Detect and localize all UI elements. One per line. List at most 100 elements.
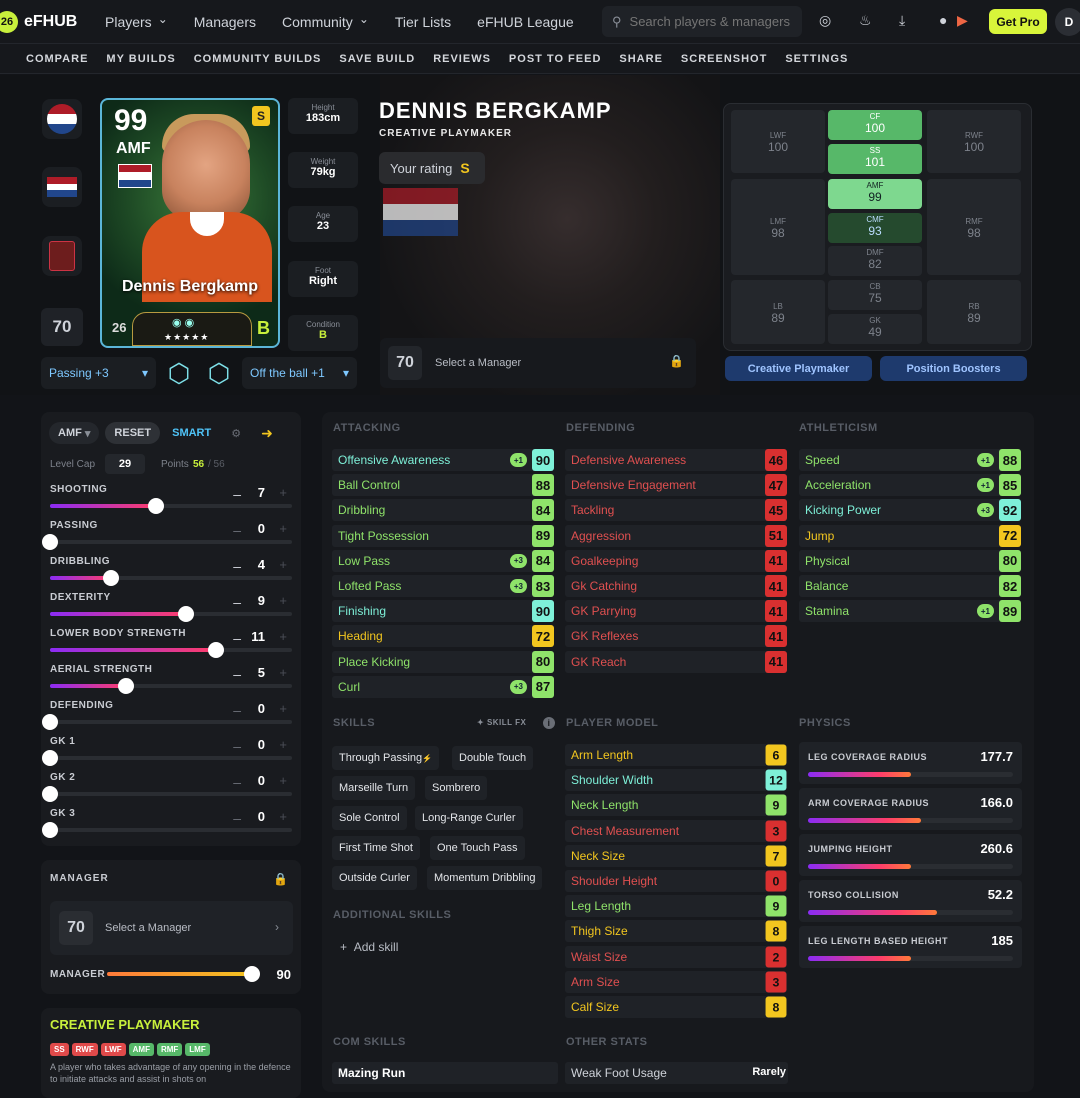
plus-icon[interactable]: +	[279, 593, 287, 608]
skill-slider-gk-2[interactable]: GK 2 – 0 +	[41, 772, 301, 808]
nav-item-tier-lists[interactable]: Tier Lists	[382, 0, 464, 44]
download-icon[interactable]: ⤓	[899, 12, 905, 29]
subnav-compare[interactable]: COMPARE	[26, 53, 88, 65]
plus-icon[interactable]: +	[279, 701, 287, 716]
nav-item-community[interactable]: Community ⌄	[269, 0, 382, 44]
gear-icon[interactable]: ⚙	[231, 427, 241, 440]
avatar[interactable]: D	[1055, 8, 1080, 36]
search-input[interactable]	[629, 14, 790, 29]
nav-item-efhub-league[interactable]: eFHUB League	[464, 0, 587, 44]
position-select[interactable]: AMF ▾	[49, 422, 100, 444]
play-store-icon[interactable]: ▶	[957, 12, 968, 29]
creative-playmaker-button[interactable]: Creative Playmaker	[725, 356, 872, 381]
skill-chip[interactable]: Sombrero	[425, 776, 488, 800]
position-lb[interactable]: LB 89	[731, 280, 825, 344]
minus-icon[interactable]: –	[233, 594, 241, 610]
club-badge[interactable]	[42, 236, 82, 276]
slider-track[interactable]	[50, 642, 292, 658]
slider-knob[interactable]	[42, 714, 58, 730]
slider-knob[interactable]	[42, 786, 58, 802]
slider-knob[interactable]	[118, 678, 134, 694]
position-cb[interactable]: CB 75	[828, 280, 922, 310]
minus-icon[interactable]: –	[233, 738, 241, 754]
arrow-right-icon[interactable]: ➜	[261, 425, 273, 442]
nationality-round-flag[interactable]	[42, 99, 82, 139]
logo[interactable]: 26 eFHUB	[0, 10, 92, 33]
get-pro-button[interactable]: Get Pro	[989, 9, 1047, 34]
plus-icon[interactable]: +	[279, 809, 287, 824]
plus-icon[interactable]: +	[279, 485, 287, 500]
nav-item-players[interactable]: Players ⌄	[92, 0, 181, 44]
slider-knob[interactable]	[148, 498, 164, 514]
slider-knob[interactable]	[103, 570, 119, 586]
plus-icon[interactable]: +	[279, 737, 287, 752]
position-lmf[interactable]: LMF 98	[731, 179, 825, 275]
slider-track[interactable]	[50, 678, 292, 694]
plus-icon[interactable]: +	[279, 773, 287, 788]
position-cf[interactable]: CF 100	[828, 110, 922, 140]
position-rb[interactable]: RB 89	[927, 280, 1021, 344]
plus-icon[interactable]: +	[279, 665, 287, 680]
booster-select-right[interactable]: Off the ball +1 ▾	[242, 357, 357, 389]
nationality-flag[interactable]	[42, 167, 82, 207]
slider-knob[interactable]	[178, 606, 194, 622]
skill-slider-shooting[interactable]: SHOOTING – 7 +	[41, 484, 301, 520]
skill-chip[interactable]: Long-Range Curler	[415, 806, 523, 830]
skill-slider-lower-body-strength[interactable]: LOWER BODY STRENGTH –11 +	[41, 628, 301, 664]
skill-chip[interactable]: Double Touch	[452, 746, 534, 770]
position-boosters-button[interactable]: Position Boosters	[880, 356, 1027, 381]
skill-slider-defending[interactable]: DEFENDING – 0 +	[41, 700, 301, 736]
info-icon[interactable]: i	[543, 717, 555, 729]
position-rwf[interactable]: RWF 100	[927, 110, 1021, 173]
slider-track[interactable]	[50, 570, 292, 586]
minus-icon[interactable]: –	[233, 702, 241, 718]
subnav-reviews[interactable]: REVIEWS	[433, 53, 491, 65]
manager-select-box[interactable]: 70 Select a Manager ›	[50, 901, 293, 955]
subnav-post-to-feed[interactable]: POST TO FEED	[509, 53, 601, 65]
minus-icon[interactable]: –	[233, 774, 241, 790]
booster-select-left[interactable]: Passing +3 ▾	[41, 357, 156, 389]
plus-icon[interactable]: +	[279, 521, 287, 536]
slider-knob[interactable]	[208, 642, 224, 658]
position-amf[interactable]: AMF 99	[828, 179, 922, 209]
minus-icon[interactable]: –	[233, 666, 241, 682]
skill-slider-gk-3[interactable]: GK 3 – 0 +	[41, 808, 301, 844]
skill-chip[interactable]: Momentum Dribbling	[427, 866, 543, 890]
search-box[interactable]: ⚲	[602, 6, 802, 37]
subnav-my-builds[interactable]: MY BUILDS	[106, 53, 175, 65]
slider-track[interactable]	[50, 606, 292, 622]
skill-chip[interactable]: Through Passing ⚡	[332, 746, 440, 770]
bell-icon[interactable]: ♨	[859, 12, 872, 29]
skill-slider-aerial-strength[interactable]: AERIAL STRENGTH – 5 +	[41, 664, 301, 700]
minus-icon[interactable]: –	[233, 486, 241, 502]
booster-hex-icon[interactable]: ⬡	[203, 357, 235, 389]
position-lwf[interactable]: LWF 100	[731, 110, 825, 173]
slider-track[interactable]	[42, 750, 292, 766]
skill-chip[interactable]: One Touch Pass	[430, 836, 525, 860]
skill-fx-toggle[interactable]: ✦ SKILL FX	[477, 718, 526, 727]
skill-chip[interactable]: First Time Shot	[332, 836, 420, 860]
slider-track[interactable]	[50, 498, 292, 514]
position-cmf[interactable]: CMF 93	[828, 213, 922, 243]
your-rating-button[interactable]: Your rating S	[379, 152, 485, 184]
subnav-screenshot[interactable]: SCREENSHOT	[681, 53, 767, 65]
skill-slider-dexterity[interactable]: DEXTERITY – 9 +	[41, 592, 301, 628]
manager-select[interactable]: 70 Select a Manager 🔒	[380, 338, 696, 388]
minus-icon[interactable]: –	[233, 810, 241, 826]
slider-knob[interactable]	[42, 534, 58, 550]
reset-button[interactable]: RESET	[105, 422, 161, 444]
slider-track[interactable]	[42, 534, 292, 550]
slider-track[interactable]	[42, 822, 292, 838]
manager-slider-track[interactable]	[107, 972, 257, 976]
globe-icon[interactable]: ◎	[819, 12, 831, 29]
skill-slider-passing[interactable]: PASSING – 0 +	[41, 520, 301, 556]
skill-chip[interactable]: Sole Control	[332, 806, 407, 830]
position-rmf[interactable]: RMF 98	[927, 179, 1021, 275]
slider-track[interactable]	[42, 786, 292, 802]
plus-icon[interactable]: +	[279, 629, 287, 644]
position-ss[interactable]: SS 101	[828, 144, 922, 174]
minus-icon[interactable]: –	[233, 522, 241, 538]
smart-button[interactable]: SMART	[166, 422, 217, 444]
position-gk[interactable]: GK 49	[828, 314, 922, 344]
subnav-save-build[interactable]: SAVE BUILD	[339, 53, 415, 65]
